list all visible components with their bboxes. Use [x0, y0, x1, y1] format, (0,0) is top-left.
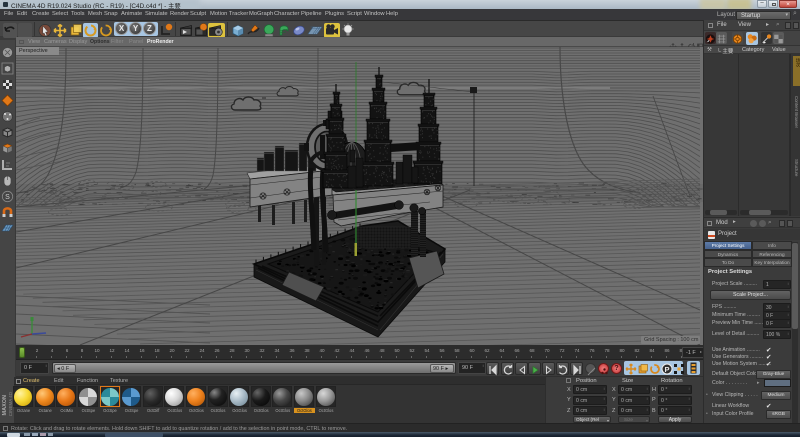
svg-text:P: P	[664, 365, 669, 374]
svg-text:S: S	[5, 194, 10, 201]
